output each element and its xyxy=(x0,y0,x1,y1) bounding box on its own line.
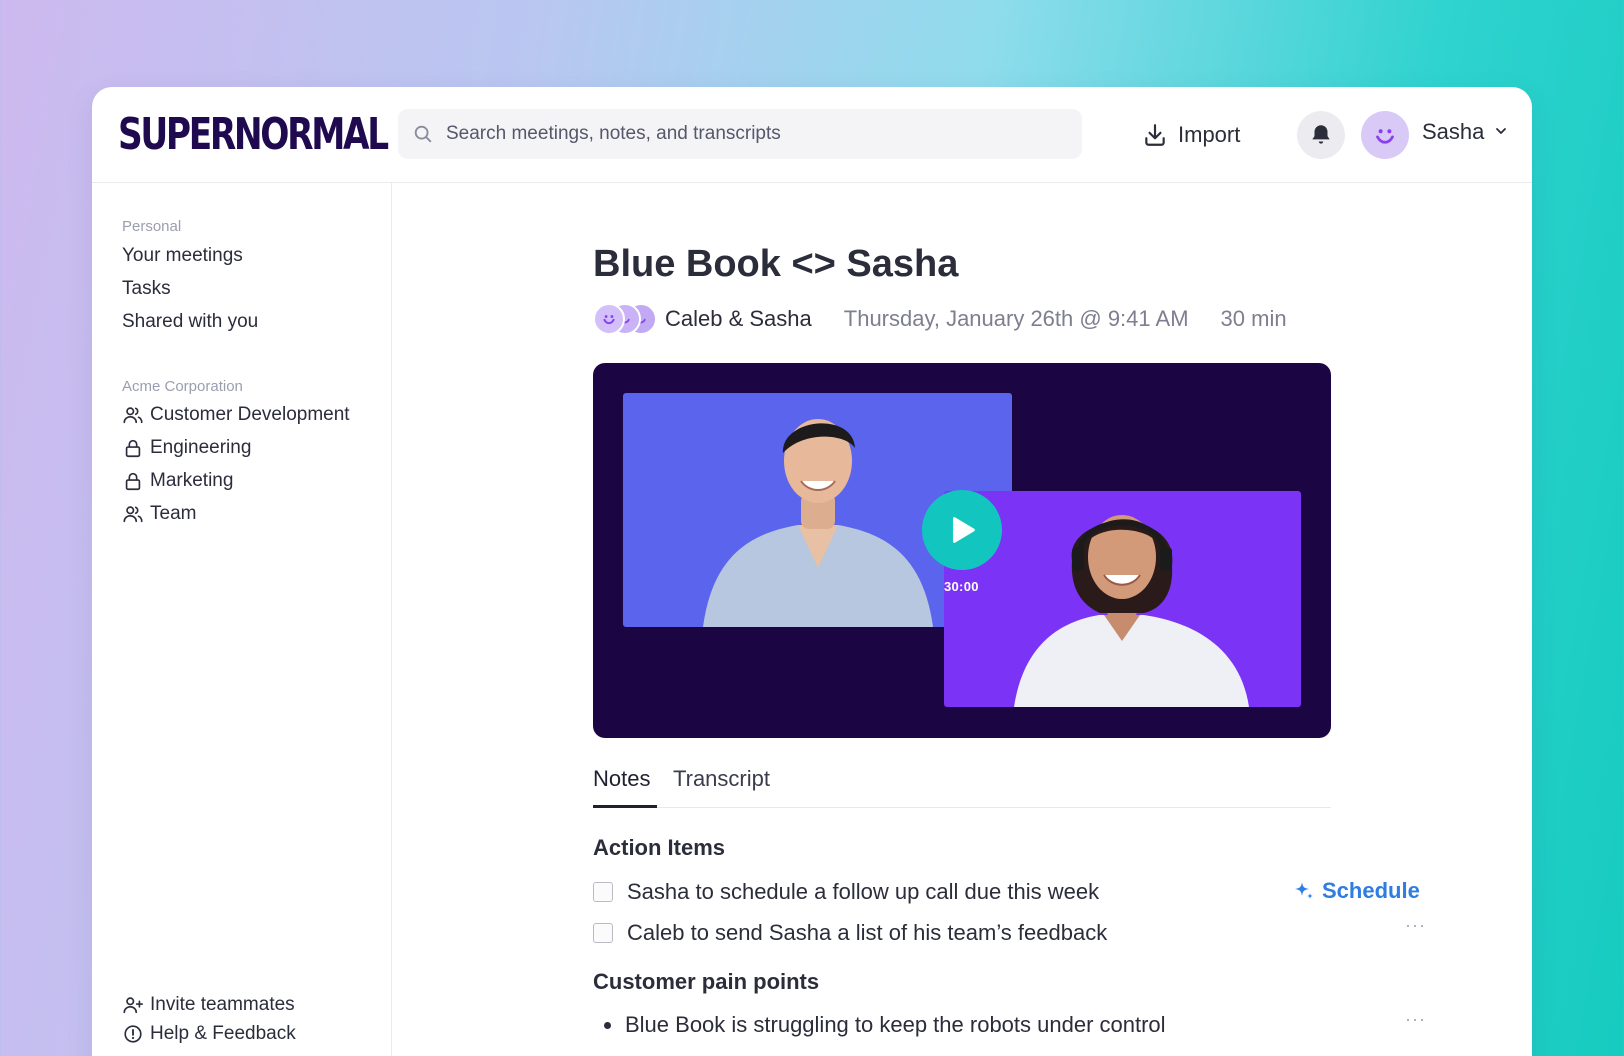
lock-icon xyxy=(122,437,144,459)
search-input[interactable] xyxy=(446,123,1066,145)
top-bar: supernormal Import xyxy=(92,87,1532,183)
sidebar: Personal Your meetings Tasks Shared with… xyxy=(92,183,392,1056)
more-options-button[interactable]: ··· xyxy=(1405,1009,1426,1030)
active-tab-indicator xyxy=(593,805,657,808)
action-items-heading: Action Items xyxy=(593,835,726,860)
notifications-button[interactable] xyxy=(1297,111,1345,159)
app-window: supernormal Import xyxy=(92,87,1532,1056)
people-icon xyxy=(122,503,144,525)
section-label-personal: Personal xyxy=(122,218,182,235)
pain-points-heading: Customer pain points xyxy=(593,969,820,994)
chevron-down-icon[interactable] xyxy=(1495,125,1507,137)
sidebar-item-label: Team xyxy=(150,503,197,524)
meeting-detail: Blue Book <> Sasha Caleb & Sasha Thursda… xyxy=(392,183,1532,1056)
import-label: Import xyxy=(1178,122,1241,147)
meeting-meta: Caleb & Sasha Thursday, January 26th @ 9… xyxy=(593,301,1287,337)
tab-bar: Notes Transcript xyxy=(593,758,1331,808)
user-name[interactable]: Sasha xyxy=(1422,119,1484,145)
schedule-button[interactable]: Schedule xyxy=(1292,878,1420,904)
video-player[interactable]: 30:00 xyxy=(593,363,1331,738)
import-button[interactable]: Import xyxy=(1142,115,1240,155)
sidebar-item-label: Customer Development xyxy=(150,404,350,425)
help-feedback-label: Help & Feedback xyxy=(150,1023,296,1044)
sidebar-item-label: Marketing xyxy=(150,470,234,491)
meeting-date: Thursday, January 26th @ 9:41 AM xyxy=(843,306,1189,331)
sidebar-item-customer-development[interactable]: Customer Development xyxy=(122,404,350,426)
info-icon xyxy=(122,1023,144,1045)
pain-point-text[interactable]: Blue Book is struggling to keep the robo… xyxy=(625,1012,1166,1038)
smiley-icon xyxy=(1376,129,1394,144)
invite-teammates-label: Invite teammates xyxy=(150,994,295,1015)
schedule-label: Schedule xyxy=(1322,878,1420,903)
play-button[interactable] xyxy=(922,490,1002,570)
task-text[interactable]: Sasha to schedule a follow up call due t… xyxy=(627,879,1099,905)
action-item-row: Sasha to schedule a follow up call due t… xyxy=(593,877,1099,907)
more-options-button[interactable]: ··· xyxy=(1405,915,1426,936)
task-checkbox[interactable] xyxy=(593,923,613,943)
bell-icon xyxy=(1312,125,1330,144)
sidebar-item-engineering[interactable]: Engineering xyxy=(122,437,251,459)
add-person-icon xyxy=(122,994,144,1016)
page-title: Blue Book <> Sasha xyxy=(593,243,959,285)
action-item-row: Caleb to send Sasha a list of his team’s… xyxy=(593,918,1107,948)
participants-label: Caleb & Sasha xyxy=(665,306,812,331)
help-feedback-link[interactable]: Help & Feedback xyxy=(122,1023,296,1045)
sidebar-item-marketing[interactable]: Marketing xyxy=(122,470,233,492)
play-icon xyxy=(952,517,975,543)
video-duration: 30:00 xyxy=(944,579,979,594)
lock-icon xyxy=(122,470,144,492)
tab-notes[interactable]: Notes xyxy=(593,766,650,792)
sidebar-item-your-meetings[interactable]: Your meetings xyxy=(122,245,243,267)
sidebar-item-team[interactable]: Team xyxy=(122,503,196,525)
tab-transcript[interactable]: Transcript xyxy=(673,766,770,792)
user-avatar[interactable] xyxy=(1361,111,1409,159)
smiley-icon xyxy=(603,315,615,325)
invite-teammates-link[interactable]: Invite teammates xyxy=(122,994,295,1016)
sparkle-icon xyxy=(1295,882,1313,899)
meeting-duration: 30 min xyxy=(1220,306,1287,331)
download-icon xyxy=(1145,124,1165,146)
avatar xyxy=(593,303,625,335)
search-icon xyxy=(414,125,432,143)
task-checkbox[interactable] xyxy=(593,882,613,902)
participant-avatars[interactable] xyxy=(593,303,657,335)
sidebar-item-label: Engineering xyxy=(150,437,252,458)
section-label-org: Acme Corporation xyxy=(122,378,243,395)
sidebar-item-tasks[interactable]: Tasks xyxy=(122,278,171,300)
logo[interactable]: supernormal xyxy=(118,107,389,163)
task-text[interactable]: Caleb to send Sasha a list of his team’s… xyxy=(627,920,1107,946)
bullet-dot xyxy=(604,1021,611,1029)
sidebar-item-shared[interactable]: Shared with you xyxy=(122,311,258,333)
list-item: Blue Book is struggling to keep the robo… xyxy=(604,1012,1166,1038)
search-bar[interactable] xyxy=(398,109,1082,159)
people-icon xyxy=(122,404,144,426)
